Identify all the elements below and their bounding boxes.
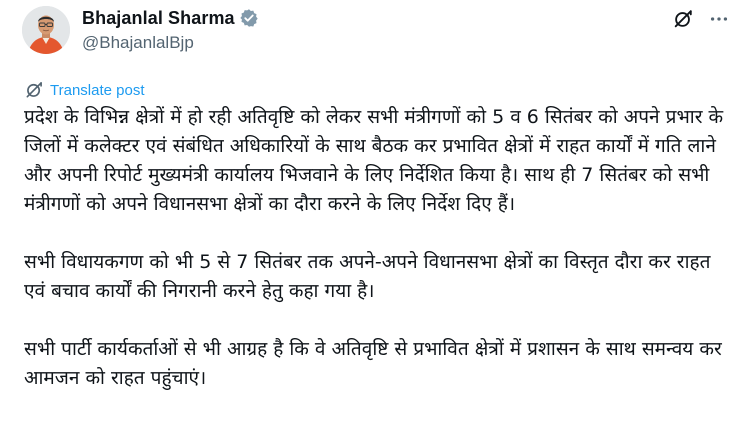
translate-post-link[interactable]: Translate post <box>24 80 145 100</box>
translate-icon <box>24 80 44 100</box>
post-text: प्रदेश के विभिन्न क्षेत्रों में हो रही अ… <box>24 103 724 393</box>
top-actions <box>672 8 730 30</box>
post-paragraph-3: सभी पार्टी कार्यकर्ताओं से भी आग्रह है क… <box>24 338 722 389</box>
avatar-image <box>22 6 70 54</box>
grok-icon[interactable] <box>672 8 694 30</box>
translate-label[interactable]: Translate post <box>50 82 145 99</box>
post-paragraph-1: प्रदेश के विभिन्न क्षेत्रों में हो रही अ… <box>24 106 724 215</box>
tweet-card: Bhajanlal Sharma @BhajanlalBjp Translate… <box>0 0 748 437</box>
display-name[interactable]: Bhajanlal Sharma <box>82 8 235 29</box>
handle[interactable]: @BhajanlalBjp <box>82 33 259 53</box>
verified-badge-icon[interactable] <box>239 8 259 28</box>
more-horizontal-icon[interactable] <box>708 8 730 30</box>
post-paragraph-2: सभी विधायकगण को भी 5 से 7 सितंबर तक अपने… <box>24 251 711 302</box>
author-block: Bhajanlal Sharma @BhajanlalBjp <box>82 7 259 53</box>
name-row: Bhajanlal Sharma <box>82 7 259 29</box>
avatar[interactable] <box>22 6 70 54</box>
